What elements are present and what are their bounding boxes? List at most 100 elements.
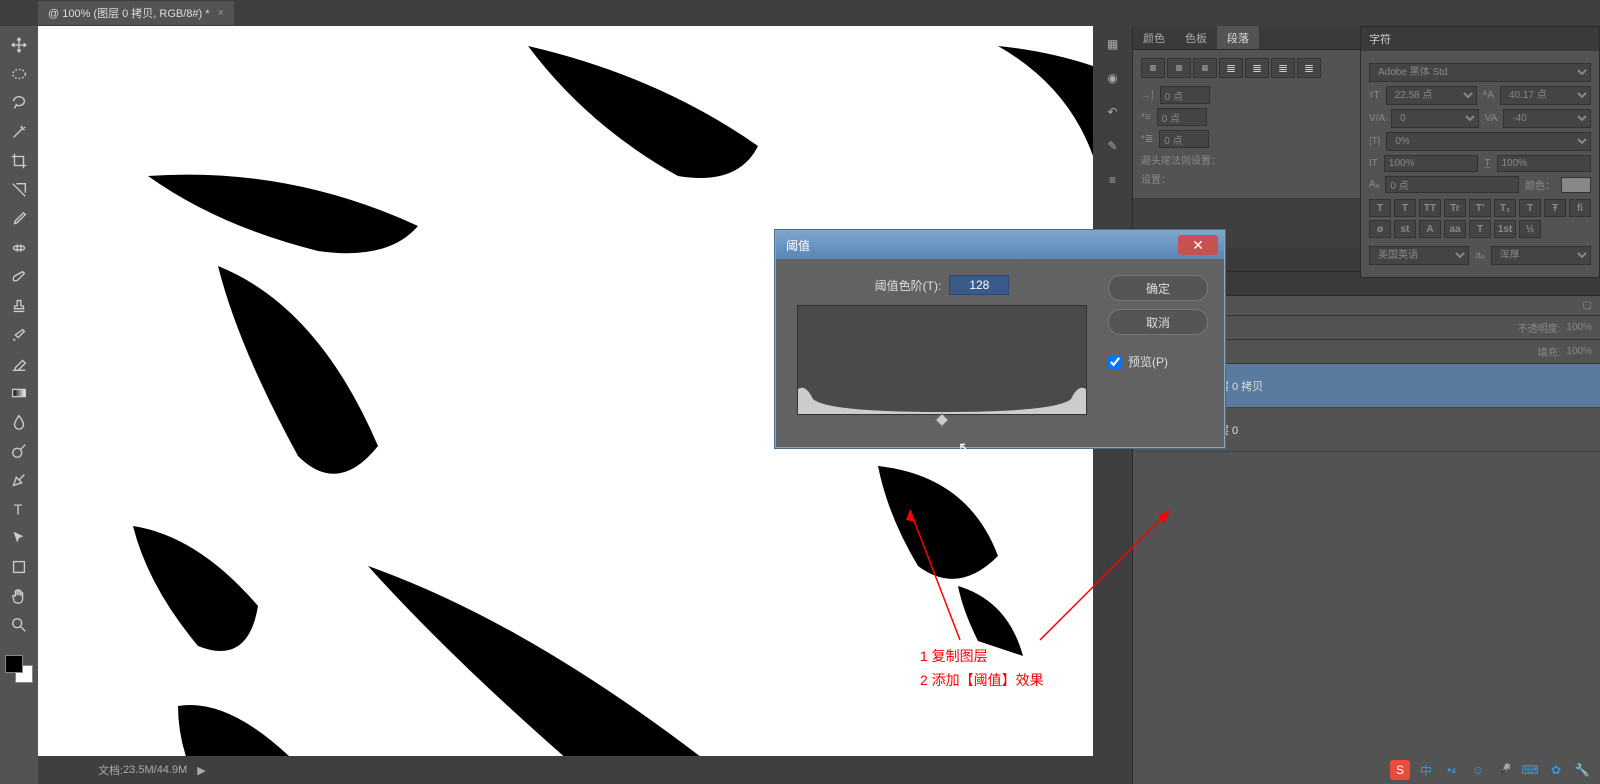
pen-tool[interactable] <box>5 467 33 492</box>
justify-last-center-icon[interactable]: ≣ <box>1245 58 1269 78</box>
hscale-input[interactable] <box>1384 155 1479 172</box>
type-style-button[interactable]: A <box>1419 220 1441 238</box>
brush-panel-icon[interactable]: ✎ <box>1101 136 1125 156</box>
histogram-icon[interactable]: ▦ <box>1101 34 1125 54</box>
space-before-input[interactable] <box>1159 130 1209 148</box>
ime-icon[interactable]: S <box>1390 760 1410 780</box>
filter-toggle-icon[interactable]: ▢ <box>1583 300 1592 311</box>
foreground-color-swatch[interactable] <box>5 655 23 673</box>
vscale-select[interactable]: 0% <box>1386 132 1591 151</box>
gradient-tool[interactable] <box>5 380 33 405</box>
document-tab[interactable]: @ 100% (图层 0 拷贝, RGB/8#) * × <box>38 1 234 25</box>
type-tool[interactable]: T <box>5 496 33 521</box>
ime-punct-icon[interactable]: •ء <box>1442 760 1462 780</box>
indent-first-input[interactable] <box>1157 108 1207 126</box>
eraser-tool[interactable] <box>5 351 33 376</box>
type-style-button[interactable]: T' <box>1469 199 1491 217</box>
healing-tool[interactable] <box>5 235 33 260</box>
justify-last-right-icon[interactable]: ≣ <box>1271 58 1295 78</box>
type-style-button[interactable]: T <box>1469 220 1491 238</box>
close-icon[interactable]: ✕ <box>1178 235 1218 255</box>
ime-settings-icon[interactable]: ✿ <box>1546 760 1566 780</box>
tracking-select[interactable]: -40 <box>1503 109 1591 128</box>
type-style-button[interactable]: aa <box>1444 220 1466 238</box>
brush-tool[interactable] <box>5 264 33 289</box>
opacity-label: 不透明度: <box>1518 320 1561 335</box>
antialiasing-select[interactable]: 浑厚 <box>1491 246 1591 265</box>
crop-tool[interactable] <box>5 148 33 173</box>
threshold-slider[interactable] <box>797 415 1087 431</box>
kerning-select[interactable]: 0 <box>1391 109 1479 128</box>
dialog-titlebar[interactable]: 阈值 ✕ <box>776 231 1224 259</box>
align-left-icon[interactable]: ≡ <box>1141 58 1165 78</box>
opacity-value[interactable]: 100% <box>1566 322 1592 333</box>
type-style-button[interactable]: ½ <box>1519 220 1541 238</box>
type-style-button[interactable]: T <box>1519 199 1541 217</box>
annotation-2: 2 添加【阈值】效果 <box>920 670 1044 690</box>
dodge-tool[interactable] <box>5 438 33 463</box>
preview-check-input[interactable] <box>1108 355 1122 369</box>
slider-handle-icon[interactable] <box>935 413 949 427</box>
type-style-button[interactable]: st <box>1394 220 1416 238</box>
navigator-icon[interactable]: ◉ <box>1101 68 1125 88</box>
align-center-icon[interactable]: ≡ <box>1167 58 1191 78</box>
stamp-tool[interactable] <box>5 293 33 318</box>
type-style-button[interactable]: TT <box>1419 199 1441 217</box>
type-style-button[interactable]: fi <box>1569 199 1591 217</box>
ime-lang[interactable]: 中 <box>1416 760 1436 780</box>
path-select-tool[interactable] <box>5 525 33 550</box>
status-bar: 文档: 23.5M/44.9M ▶ <box>38 756 1093 784</box>
hscale2-input[interactable] <box>1497 155 1592 172</box>
color-tab[interactable]: 颜色 <box>1133 26 1175 49</box>
tab-close-icon[interactable]: × <box>218 7 224 19</box>
type-style-button[interactable]: T <box>1369 199 1391 217</box>
shape-tool[interactable] <box>5 554 33 579</box>
justify-last-left-icon[interactable]: ≣ <box>1219 58 1243 78</box>
paragraph-tab[interactable]: 段落 <box>1217 26 1259 49</box>
ime-keyboard-icon[interactable]: ⌨ <box>1520 760 1540 780</box>
move-tool[interactable] <box>5 32 33 57</box>
wand-tool[interactable] <box>5 119 33 144</box>
swatches-tab[interactable]: 色板 <box>1175 26 1217 49</box>
color-swatches[interactable] <box>5 655 33 683</box>
zoom-tool[interactable] <box>5 612 33 637</box>
hand-tool[interactable] <box>5 583 33 608</box>
ime-emoji-icon[interactable]: ☺ <box>1468 760 1488 780</box>
fill-value[interactable]: 100% <box>1566 346 1592 357</box>
ok-button[interactable]: 确定 <box>1108 275 1208 301</box>
font-family-select[interactable]: Adobe 黑体 Std <box>1369 63 1591 82</box>
language-select[interactable]: 美国英语 <box>1369 246 1469 265</box>
cancel-button[interactable]: 取消 <box>1108 309 1208 335</box>
threshold-label: 阈值色阶(T): <box>875 277 942 294</box>
ime-tool-icon[interactable]: 🔧 <box>1572 760 1592 780</box>
cursor-icon: ↖ <box>958 438 971 458</box>
preview-checkbox[interactable]: 预览(P) <box>1108 353 1208 370</box>
status-arrow-icon[interactable]: ▶ <box>197 764 205 777</box>
baseline-input[interactable] <box>1385 176 1519 193</box>
history-icon[interactable]: ↶ <box>1101 102 1125 122</box>
doc-size-label: 文档: <box>98 762 123 778</box>
type-style-button[interactable]: 1st <box>1494 220 1516 238</box>
type-style-button[interactable]: T <box>1394 199 1416 217</box>
type-style-button[interactable]: Ŧ <box>1544 199 1566 217</box>
marquee-tool[interactable] <box>5 61 33 86</box>
character-tab[interactable]: 字符 <box>1361 27 1599 51</box>
lasso-tool[interactable] <box>5 90 33 115</box>
font-size-select[interactable]: 22.58 点 <box>1386 86 1477 105</box>
type-style-button[interactable]: T₁ <box>1494 199 1516 217</box>
eyedropper-tool[interactable] <box>5 206 33 231</box>
threshold-input[interactable] <box>949 275 1009 295</box>
justify-all-icon[interactable]: ≣ <box>1297 58 1321 78</box>
slice-tool[interactable] <box>5 177 33 202</box>
ime-mic-icon[interactable]: 🎤 <box>1494 760 1514 780</box>
indent-left-input[interactable] <box>1160 86 1210 104</box>
align-right-icon[interactable]: ≡ <box>1193 58 1217 78</box>
type-style-button[interactable]: Tr <box>1444 199 1466 217</box>
text-color-swatch[interactable] <box>1561 177 1591 193</box>
tracking-icon: VA <box>1485 113 1498 124</box>
type-style-button[interactable]: ø <box>1369 220 1391 238</box>
history-brush-tool[interactable] <box>5 322 33 347</box>
leading-select[interactable]: 40.17 点 <box>1500 86 1591 105</box>
blur-tool[interactable] <box>5 409 33 434</box>
properties-icon[interactable]: ≡ <box>1101 170 1125 190</box>
